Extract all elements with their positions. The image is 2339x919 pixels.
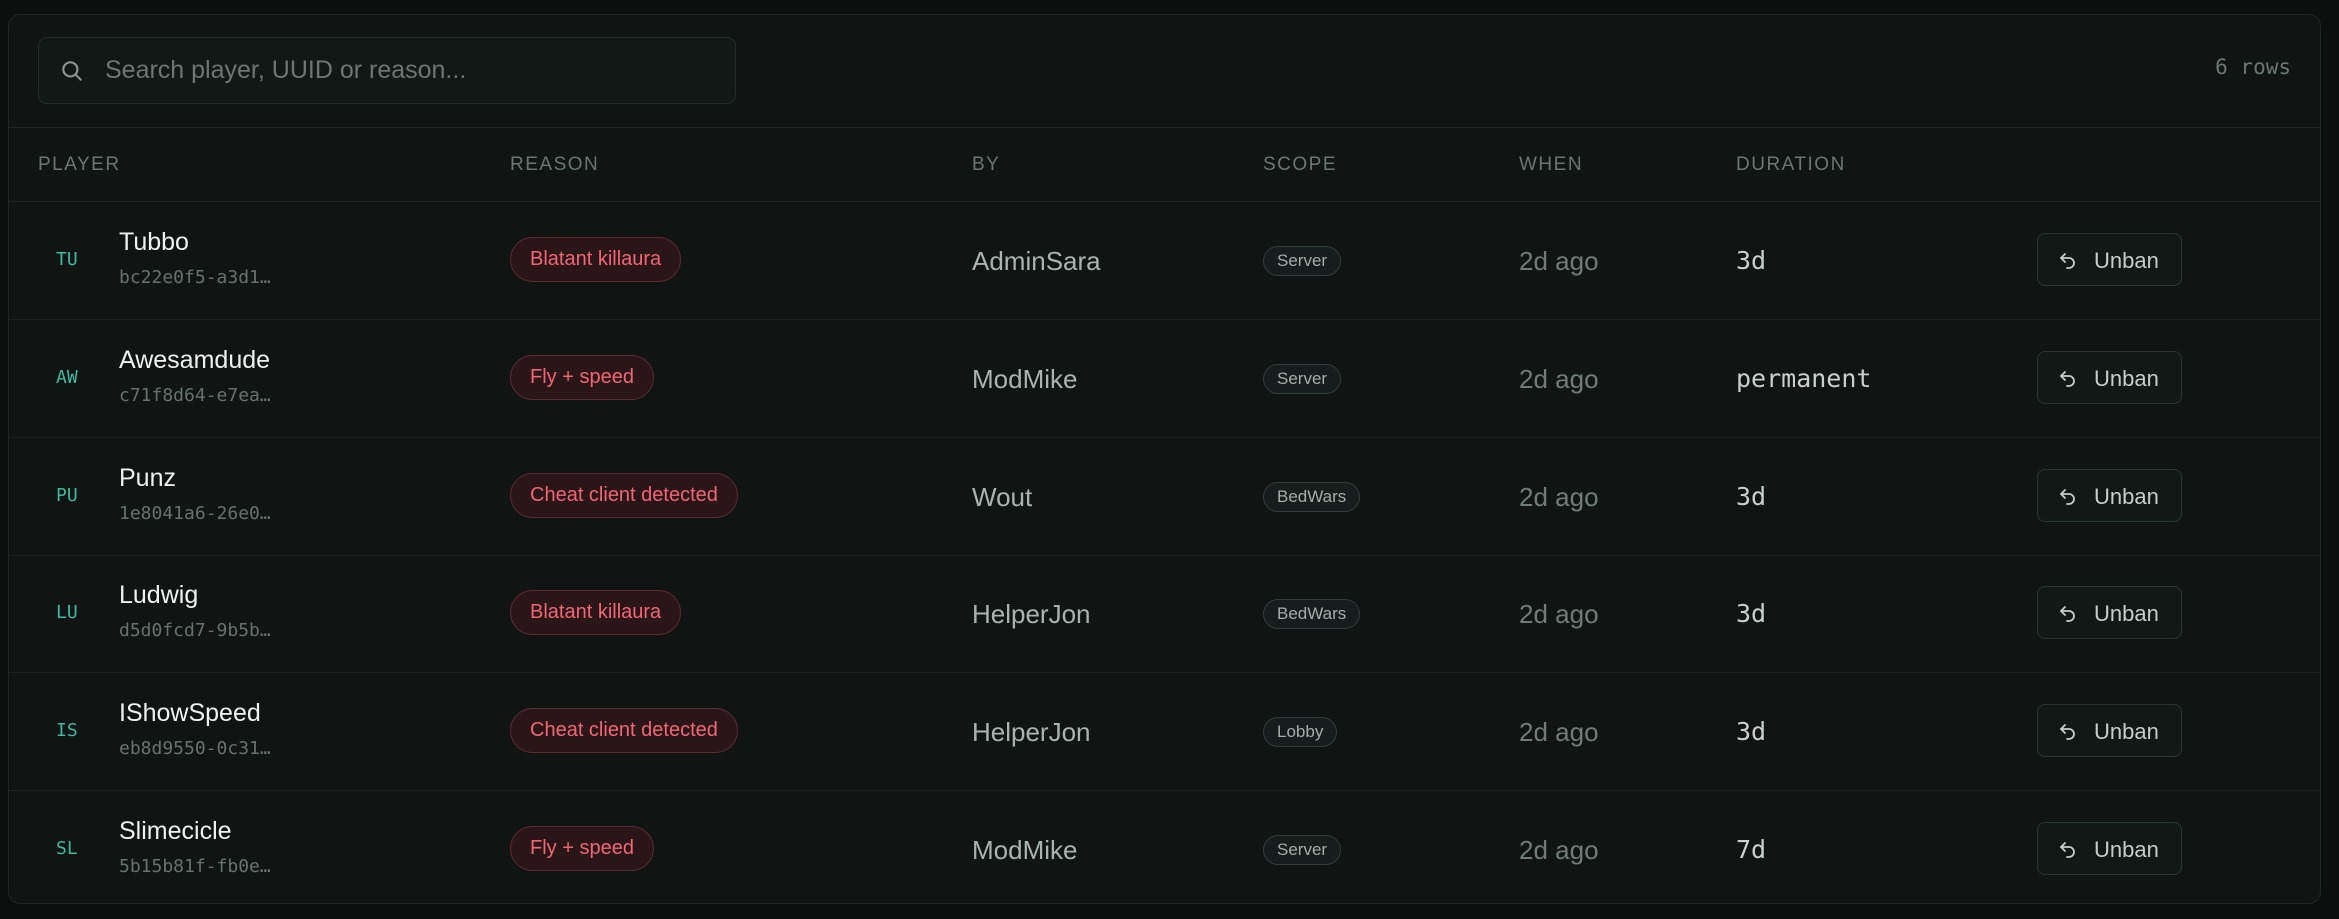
player-name: Tubbo (119, 228, 189, 256)
column-header-duration[interactable]: DURATION (1736, 154, 1846, 176)
row-count: 6 rows (2215, 55, 2291, 79)
table-row: LU Ludwig d5d0fcd7-9b5b… Blatant killaur… (9, 555, 2320, 673)
undo-arrow-icon (2060, 606, 2075, 622)
banned-by: ModMike (972, 364, 1078, 394)
table-row: SL Slimecicle 5b15b81f-fb0e… Fly + speed… (9, 791, 2320, 903)
ban-time: 2d ago (1519, 599, 1599, 629)
player-initials: PU (56, 485, 78, 506)
undo-arrow-icon (2060, 253, 2075, 269)
player-name: Punz (119, 464, 176, 492)
undo-arrow-icon (2060, 842, 2075, 858)
banned-by: Wout (972, 482, 1033, 512)
player-uuid: 5b15b81f-fb0e… (119, 856, 271, 877)
ban-duration: 3d (1736, 599, 1767, 628)
ban-duration: 7d (1736, 835, 1767, 864)
unban-button[interactable]: Unban (2037, 586, 2182, 639)
ban-duration: 3d (1736, 246, 1767, 275)
player-name: Awesamdude (119, 346, 271, 374)
ban-time: 2d ago (1519, 246, 1599, 276)
ban-time: 2d ago (1519, 482, 1599, 512)
table-toolbar: 6 rows (9, 15, 2320, 128)
reason-badge: Cheat client detected (510, 708, 738, 753)
reason-badge: Cheat client detected (510, 473, 738, 518)
unban-button[interactable]: Unban (2037, 351, 2182, 404)
player-name: Ludwig (119, 581, 199, 609)
unban-button[interactable]: Unban (2037, 704, 2182, 757)
table-row: IS IShowSpeed eb8d9550-0c31… Cheat clien… (9, 673, 2320, 791)
column-header-player[interactable]: PLAYER (38, 154, 121, 176)
reason-badge: Fly + speed (510, 355, 654, 400)
unban-button[interactable]: Unban (2037, 822, 2182, 875)
player-uuid: eb8d9550-0c31… (119, 738, 271, 759)
undo-arrow-icon (2060, 489, 2075, 505)
player-initials: IS (56, 720, 78, 741)
search-input[interactable] (105, 38, 715, 103)
unban-label: Unban (2094, 719, 2159, 744)
player-initials: LU (56, 602, 78, 623)
banned-by: HelperJon (972, 717, 1091, 747)
player-initials: SL (56, 838, 78, 859)
banned-by: ModMike (972, 835, 1078, 865)
undo-arrow-icon (2060, 371, 2075, 387)
scope-badge: Server (1263, 246, 1342, 276)
player-name: IShowSpeed (119, 699, 261, 727)
ban-duration: 3d (1736, 717, 1767, 746)
player-uuid: bc22e0f5-a3d1… (119, 267, 271, 288)
column-header-by[interactable]: BY (972, 154, 1000, 176)
search-icon (62, 61, 82, 81)
reason-badge: Fly + speed (510, 826, 654, 871)
ban-time: 2d ago (1519, 364, 1599, 394)
ban-time: 2d ago (1519, 717, 1599, 747)
table-header: PLAYER REASON BY SCOPE WHEN DURATION (9, 128, 2320, 202)
player-uuid: c71f8d64-e7ea… (119, 385, 271, 406)
ban-time: 2d ago (1519, 835, 1599, 865)
scope-badge: Lobby (1263, 717, 1338, 747)
player-initials: TU (56, 249, 78, 270)
banned-by: HelperJon (972, 599, 1091, 629)
ban-duration: permanent (1736, 364, 1872, 393)
table-row: AW Awesamdude c71f8d64-e7ea… Fly + speed… (9, 320, 2320, 438)
scope-badge: Server (1263, 364, 1342, 394)
player-initials: AW (56, 367, 78, 388)
scope-badge: Server (1263, 835, 1342, 865)
reason-badge: Blatant killaura (510, 237, 682, 282)
unban-button[interactable]: Unban (2037, 469, 2182, 522)
scope-badge: BedWars (1263, 482, 1361, 512)
search-box[interactable] (38, 37, 736, 104)
table-row: PU Punz 1e8041a6-26e0… Cheat client dete… (9, 438, 2320, 556)
unban-label: Unban (2094, 248, 2159, 273)
column-header-scope[interactable]: SCOPE (1263, 154, 1337, 176)
player-name: Slimecicle (119, 817, 232, 845)
ban-duration: 3d (1736, 482, 1767, 511)
player-uuid: 1e8041a6-26e0… (119, 503, 271, 524)
unban-label: Unban (2094, 837, 2159, 862)
unban-button[interactable]: Unban (2037, 233, 2182, 286)
bans-table-panel: 6 rows PLAYER REASON BY SCOPE WHEN DURAT… (8, 14, 2321, 904)
column-header-when[interactable]: WHEN (1519, 154, 1583, 176)
undo-arrow-icon (2060, 724, 2075, 740)
column-header-reason[interactable]: REASON (510, 154, 599, 176)
banned-by: AdminSara (972, 246, 1101, 276)
scope-badge: BedWars (1263, 599, 1361, 629)
unban-label: Unban (2094, 484, 2159, 509)
table-row: TU Tubbo bc22e0f5-a3d1… Blatant killaura… (9, 202, 2320, 320)
unban-label: Unban (2094, 601, 2159, 626)
unban-label: Unban (2094, 366, 2159, 391)
reason-badge: Blatant killaura (510, 590, 682, 635)
player-uuid: d5d0fcd7-9b5b… (119, 620, 271, 641)
